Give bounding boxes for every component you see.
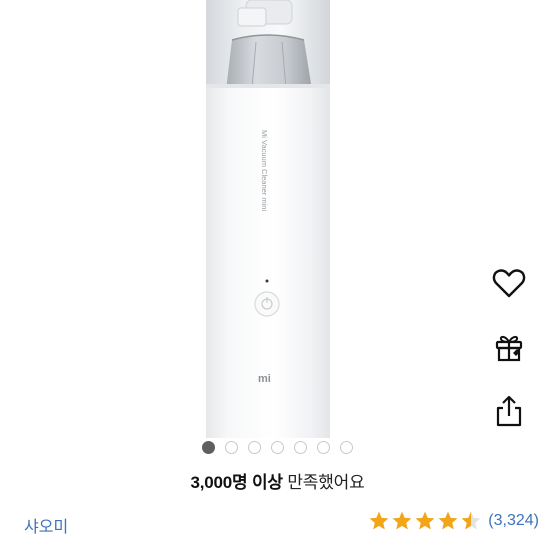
gift-button[interactable] — [484, 322, 534, 372]
review-count[interactable]: (3,324) — [488, 512, 539, 530]
satisfaction-suffix: 만족했어요 — [287, 473, 365, 492]
satisfaction-text: 3,000명 이상 만족했어요 — [0, 468, 555, 493]
pager-dot[interactable] — [294, 440, 307, 454]
share-button[interactable] — [484, 386, 534, 436]
gift-box-icon — [495, 335, 523, 362]
star-icon — [369, 511, 389, 530]
star-icon — [461, 511, 481, 530]
star-icon — [415, 511, 435, 530]
heart-outline-icon — [492, 269, 526, 298]
star-icon — [438, 511, 458, 530]
pager-dot[interactable] — [225, 440, 238, 454]
satisfaction-count: 3,000명 이상 — [190, 473, 283, 492]
mi-logo: mi — [258, 373, 271, 385]
pager-dot[interactable] — [340, 440, 353, 454]
star-icon — [392, 511, 412, 530]
product-image: Mi Vacuum Cleaner mini mi — [0, 0, 555, 438]
brand-link[interactable]: 샤오미 — [24, 513, 68, 537]
share-upload-icon — [496, 395, 522, 427]
rating[interactable]: (3,324) — [368, 510, 539, 532]
wishlist-button[interactable] — [484, 258, 534, 308]
pager-dot[interactable] — [317, 440, 330, 454]
pager-dot[interactable] — [248, 440, 261, 454]
rating-stars — [368, 510, 482, 532]
model-text: Mi Vacuum Cleaner mini — [260, 130, 269, 211]
pager-dot[interactable] — [202, 440, 215, 454]
pager-dot[interactable] — [271, 440, 284, 454]
image-pager — [202, 440, 353, 454]
